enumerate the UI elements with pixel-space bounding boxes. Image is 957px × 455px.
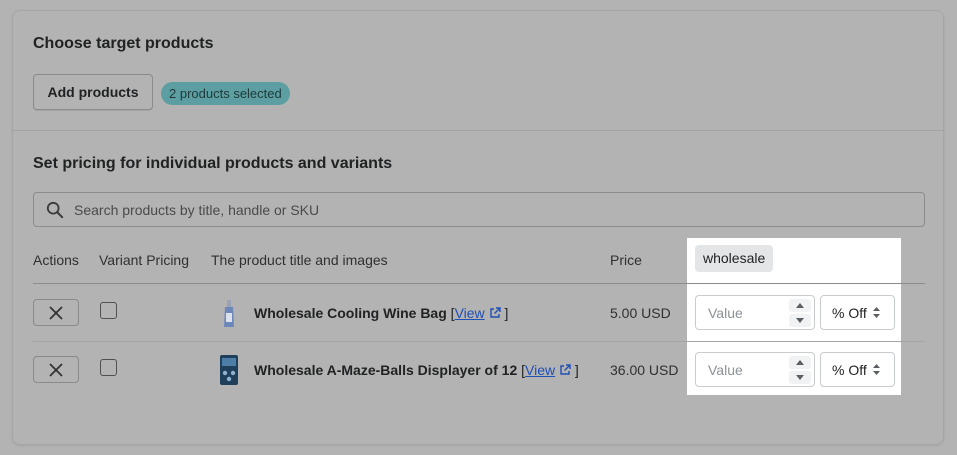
pricing-card: Choose target products Add products 2 pr… — [12, 10, 944, 445]
add-products-button[interactable]: Add products — [33, 74, 153, 110]
wholesale-tag: wholesale — [695, 245, 774, 272]
product-name: Wholesale Cooling Wine Bag — [254, 305, 447, 321]
product-title: Wholesale Cooling Wine Bag [View ] — [254, 305, 508, 321]
product-title: Wholesale A-Maze-Balls Displayer of 12 [… — [254, 362, 579, 378]
caret-down-icon — [796, 375, 804, 380]
value-field[interactable] — [695, 295, 815, 330]
products-selected-badge: 2 products selected — [161, 82, 290, 105]
product-image — [217, 353, 241, 387]
choose-products-title: Choose target products — [33, 35, 214, 52]
product-name: Wholesale A-Maze-Balls Displayer of 12 — [254, 362, 518, 378]
discount-type-value: % Off — [832, 304, 867, 321]
discount-type-select[interactable]: % Off — [820, 295, 895, 330]
close-icon — [49, 362, 63, 377]
value-stepper[interactable] — [789, 299, 811, 327]
displayer-box-image — [220, 355, 238, 385]
header-actions: Actions — [33, 252, 79, 268]
header-divider — [33, 283, 925, 284]
view-link[interactable]: View — [455, 305, 485, 321]
remove-product-button[interactable] — [33, 299, 79, 326]
stepper-down-button[interactable] — [789, 371, 811, 384]
value-input[interactable] — [708, 305, 778, 321]
caret-up-icon — [796, 360, 804, 365]
value-field[interactable] — [695, 352, 815, 387]
value-stepper[interactable] — [789, 356, 811, 384]
caret-up-icon — [796, 303, 804, 308]
select-arrows-icon — [872, 307, 880, 318]
product-image — [217, 298, 241, 330]
select-arrows-icon — [872, 364, 880, 375]
view-link[interactable]: View — [525, 362, 555, 378]
header-price: Price — [610, 252, 642, 268]
variant-pricing-checkbox[interactable] — [100, 302, 117, 319]
search-input[interactable] — [74, 201, 874, 218]
search-icon — [46, 201, 64, 218]
header-product: The product title and images — [211, 252, 388, 268]
header-variant-pricing: Variant Pricing — [99, 252, 190, 268]
stepper-up-button[interactable] — [789, 299, 811, 312]
stepper-up-button[interactable] — [789, 356, 811, 369]
stepper-down-button[interactable] — [789, 314, 811, 327]
link-bracket-close: ] — [504, 305, 509, 321]
link-bracket-close: ] — [574, 362, 579, 378]
variant-pricing-checkbox[interactable] — [100, 359, 117, 376]
discount-type-select[interactable]: % Off — [820, 352, 895, 387]
remove-product-button[interactable] — [33, 356, 79, 383]
discount-type-value: % Off — [832, 361, 867, 378]
caret-down-icon — [796, 318, 804, 323]
external-link-icon — [560, 364, 571, 375]
value-input[interactable] — [708, 362, 778, 378]
wine-bag-image — [224, 300, 234, 327]
section-divider — [13, 130, 943, 131]
external-link-icon — [489, 307, 501, 318]
row-divider — [33, 341, 925, 342]
search-field[interactable] — [33, 192, 925, 227]
product-price: 36.00 USD — [610, 362, 679, 378]
product-price: 5.00 USD — [610, 305, 671, 321]
close-icon — [49, 305, 63, 320]
set-pricing-title: Set pricing for individual products and … — [33, 155, 393, 172]
